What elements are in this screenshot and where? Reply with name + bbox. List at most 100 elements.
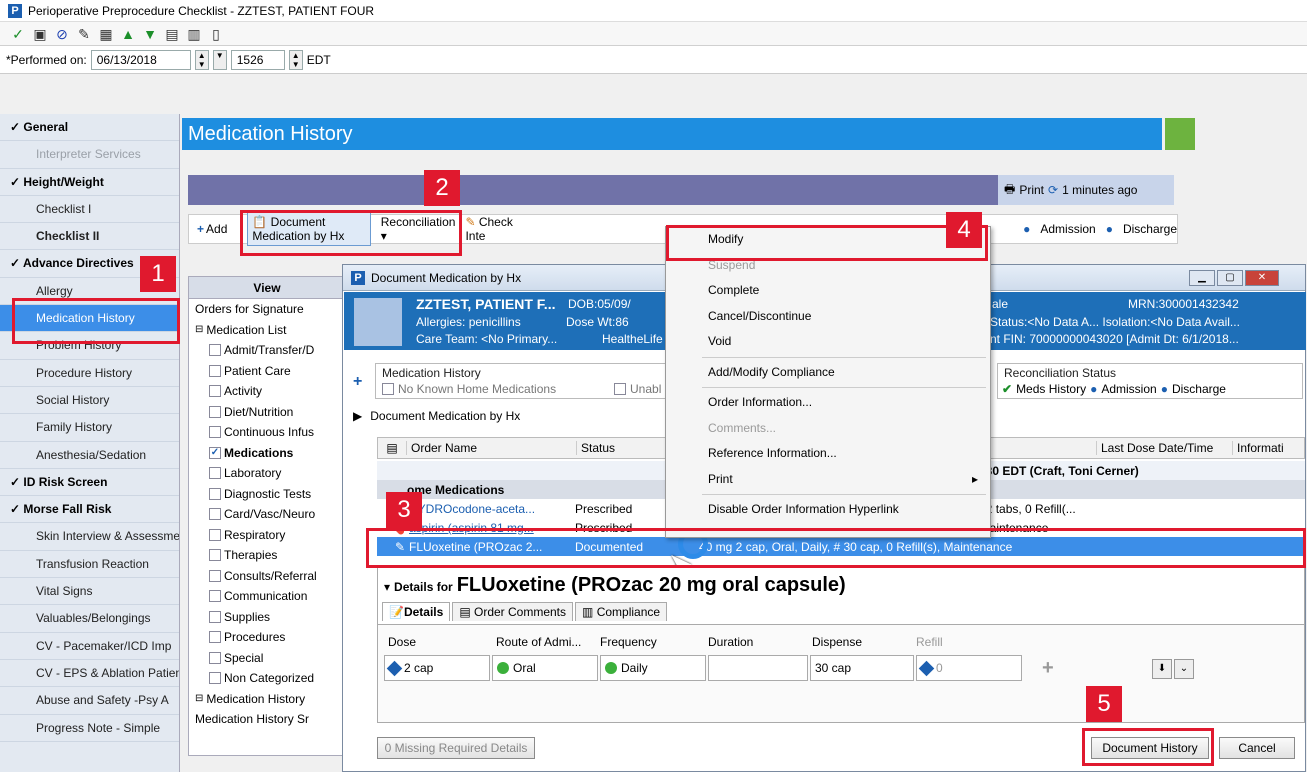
date-spinner[interactable]: ▲ ▼ [194,49,209,70]
col-last-dose[interactable]: Last Dose Date/Time [1096,441,1232,455]
view-checkbox[interactable] [209,610,221,623]
view-item[interactable]: Procedures [189,627,345,648]
view-item[interactable]: ⊟ Medication List [189,320,345,341]
close-icon[interactable]: ✕ [1245,270,1279,286]
view-item[interactable]: Medication History Sr [189,709,345,730]
sidebar-item[interactable]: Skin Interview & Assessment [0,523,179,551]
sidebar-item[interactable]: ✓ General [0,114,179,142]
performed-time-field[interactable]: 1526 [230,49,285,70]
add-icon[interactable]: + [197,222,204,236]
refill-field[interactable]: 0 [916,655,1022,681]
no-known-meds-checkbox[interactable]: No Known Home Medications [382,382,556,396]
view-checkbox[interactable] [209,364,221,377]
view-item[interactable]: Diagnostic Tests [189,484,345,505]
frequency-field[interactable]: Daily [600,655,706,681]
sidebar-item[interactable]: ✓ Height/Weight [0,169,179,196]
edit-icon[interactable]: ✎ [76,26,92,42]
printer-icon[interactable]: 🖶 [1004,180,1015,201]
sidebar-item[interactable]: Vital Signs [0,578,179,606]
menu-item[interactable]: Cancel/Discontinue [666,304,990,330]
view-item[interactable]: Respiratory [189,525,345,546]
view-item[interactable]: Admit/Transfer/D [189,340,345,361]
meds-history-link[interactable]: Meds History [1016,382,1086,396]
expand-more-icon[interactable]: ⌄ [1174,659,1194,679]
view-item[interactable]: Card/Vasc/Neuro [189,504,345,525]
cancel-icon[interactable]: ⊘ [54,26,70,42]
date-dropdown-icon[interactable]: ▼ [212,49,227,70]
sidebar-item[interactable]: Checklist I [0,196,179,224]
maximize-icon[interactable]: ▢ [1217,270,1243,286]
view-item[interactable]: Diet/Nutrition [189,402,345,423]
view-checkbox[interactable] [209,528,221,541]
view-checkbox[interactable] [209,344,221,357]
sidebar-item[interactable]: Family History [0,414,179,442]
discharge-recon-link[interactable]: Discharge [1172,382,1226,396]
up-arrow-icon[interactable]: ▲ [120,26,136,42]
route-field[interactable]: Oral [492,655,598,681]
view-item[interactable]: Orders for Signature [189,299,345,320]
tab-compliance[interactable]: ▥ Compliance [575,602,668,621]
view-checkbox[interactable] [209,549,221,562]
cancel-button[interactable]: Cancel [1219,737,1295,759]
refresh-icon[interactable]: ⟳ [1048,183,1058,197]
add-button[interactable]: Add [206,222,227,236]
tab-details[interactable]: 📝Details [382,602,451,621]
sidebar-item[interactable]: Checklist II [0,223,179,251]
sidebar-item[interactable]: Procedure History [0,360,179,387]
view-checkbox[interactable] [209,508,221,521]
unable-checkbox[interactable]: Unabl [614,382,661,396]
form-icon[interactable]: ▥ [186,26,202,42]
sidebar-item[interactable]: Abuse and Safety -Psy A [0,687,179,715]
menu-item[interactable]: Print ▸ [666,467,990,493]
view-item[interactable]: Special [189,648,345,669]
view-checkbox[interactable] [209,631,221,644]
view-item[interactable]: Consults/Referral [189,566,345,587]
sidebar-item[interactable]: Valuables/Belongings [0,605,179,633]
view-checkbox[interactable]: ✓ [209,446,221,459]
view-checkbox[interactable] [209,467,221,480]
down-arrow-icon[interactable]: ▼ [142,26,158,42]
tree-toggle-icon[interactable]: ⊟ [195,320,203,340]
sidebar-item[interactable]: Interpreter Services [0,141,179,169]
check-interactions-button[interactable]: ✎ Check Inte [465,215,513,243]
collapse-icon[interactable]: ▾ [384,580,390,594]
view-item[interactable]: Patient Care [189,361,345,382]
expand-arrow-icon[interactable]: ▶ [353,409,362,423]
sidebar-item[interactable]: Anesthesia/Sedation [0,442,179,469]
view-item[interactable]: ⊟ Medication History [189,689,345,710]
calendar-icon[interactable]: ▦ [98,26,114,42]
discharge-link[interactable]: Discharge [1123,222,1177,236]
tab-order-comments[interactable]: ▤ Order Comments [452,602,574,621]
add-med-icon[interactable]: + [353,373,362,391]
view-checkbox[interactable] [209,672,221,685]
view-item[interactable]: ✓ Medications [189,443,345,464]
col-information[interactable]: Informati [1232,441,1284,455]
performed-date-field[interactable]: 06/13/2018 [90,49,191,70]
admission-link[interactable]: Admission [1040,222,1095,236]
col-order-name[interactable]: Order Name [406,441,576,455]
tree-toggle-icon[interactable]: ⊟ [195,689,203,709]
view-checkbox[interactable] [209,651,221,664]
dose-field[interactable]: 2 cap [384,655,490,681]
calculator-icon[interactable]: ▤ [164,26,180,42]
sidebar-item[interactable]: CV - EPS & Ablation Patient [0,660,179,688]
sidebar-item[interactable]: Progress Note - Simple [0,715,179,742]
view-checkbox[interactable] [209,405,221,418]
view-checkbox[interactable] [209,385,221,398]
duration-field[interactable] [708,655,808,681]
view-checkbox[interactable] [209,569,221,582]
menu-item[interactable]: Add/Modify Compliance [666,360,990,386]
add-detail-icon[interactable]: + [1042,657,1054,680]
view-item[interactable]: Supplies [189,607,345,628]
healthelife-link[interactable]: HealtheLife [602,332,663,346]
sidebar-item[interactable]: Transfusion Reaction [0,551,179,579]
menu-item[interactable]: Complete [666,278,990,304]
patient-allergies[interactable]: Allergies: penicillins [416,315,521,329]
view-item[interactable]: Continuous Infus [189,422,345,443]
document-icon[interactable]: ▯ [208,26,224,42]
missing-details-button[interactable]: 0 Missing Required Details [377,737,535,759]
menu-item[interactable]: Disable Order Information Hyperlink [666,497,990,523]
view-checkbox[interactable] [209,426,221,439]
move-down-icon[interactable]: ⬇ [1152,659,1172,679]
view-item[interactable]: Activity [189,381,345,402]
